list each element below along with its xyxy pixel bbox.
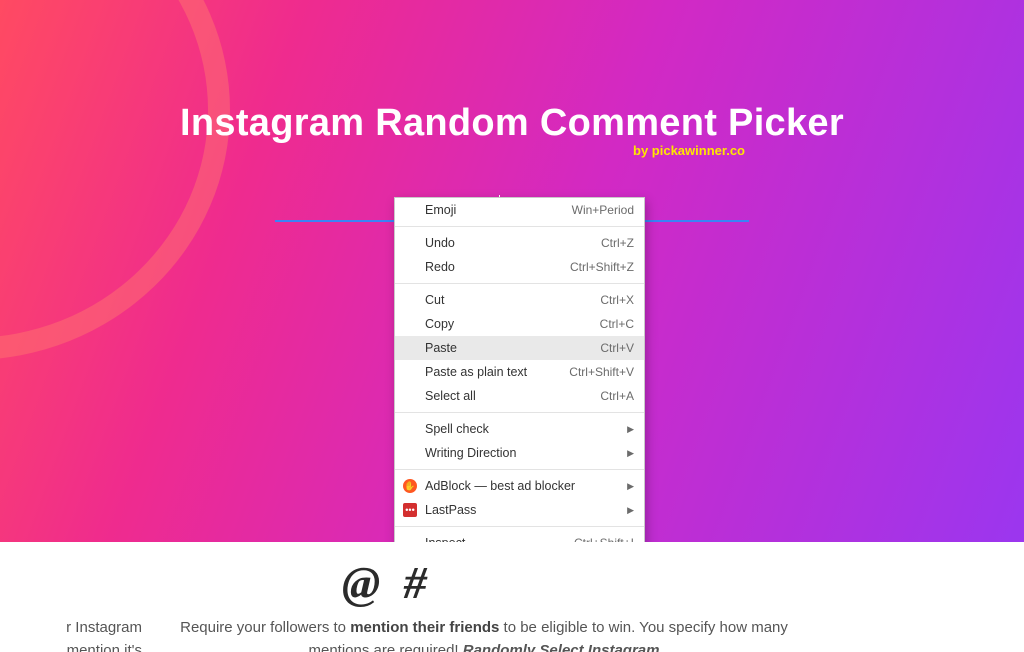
menu-item-select-all[interactable]: Select allCtrl+A (395, 384, 644, 408)
menu-separator (395, 412, 644, 413)
hero-section: Instagram Random Comment Picker by picka… (0, 0, 1024, 542)
menu-item-shortcut: Ctrl+X (600, 293, 634, 307)
at-hash-symbols: @ # (342, 556, 433, 609)
menu-item-shortcut: Ctrl+Shift+V (569, 365, 634, 379)
menu-separator (395, 226, 644, 227)
adblock-icon: ✋ (403, 479, 417, 493)
lastpass-icon: ••• (403, 503, 417, 517)
context-menu: EmojiWin+PeriodUndoCtrl+ZRedoCtrl+Shift+… (394, 197, 645, 542)
menu-item-cut[interactable]: CutCtrl+X (395, 288, 644, 312)
byline: by pickawinner.co (354, 143, 1024, 158)
left-frag-1: r Instagram (66, 619, 142, 636)
menu-item-paste-as-plain-text[interactable]: Paste as plain textCtrl+Shift+V (395, 360, 644, 384)
menu-item-label: Inspect (425, 536, 574, 542)
menu-item-adblock-best-ad-blocker[interactable]: ✋ AdBlock — best ad blocker▶ (395, 474, 644, 498)
menu-item-redo[interactable]: RedoCtrl+Shift+Z (395, 255, 644, 279)
submenu-arrow-icon: ▶ (627, 481, 634, 492)
menu-item-shortcut: Ctrl+C (600, 317, 634, 331)
left-frag-2: mention it's (67, 642, 142, 652)
menu-item-inspect[interactable]: InspectCtrl+Shift+I (395, 531, 644, 542)
menu-item-label: Emoji (425, 203, 572, 217)
menu-item-label: Writing Direction (425, 446, 634, 460)
para-pre: Require your followers to (180, 619, 350, 636)
menu-item-shortcut: Ctrl+Shift+Z (570, 260, 634, 274)
submenu-arrow-icon: ▶ (627, 448, 634, 459)
page-title: Instagram Random Comment Picker (0, 102, 1024, 145)
menu-item-shortcut: Ctrl+V (600, 341, 634, 355)
menu-item-label: LastPass (425, 503, 634, 517)
menu-item-lastpass[interactable]: ••• LastPass▶ (395, 498, 644, 522)
menu-item-copy[interactable]: CopyCtrl+C (395, 312, 644, 336)
menu-item-shortcut: Ctrl+Shift+I (574, 536, 634, 542)
menu-item-label: Cut (425, 293, 600, 307)
menu-item-shortcut: Win+Period (572, 203, 634, 217)
left-column-fragment: r Instagram mention it's (0, 616, 142, 652)
menu-separator (395, 526, 644, 527)
menu-item-label: Copy (425, 317, 600, 331)
menu-item-undo[interactable]: UndoCtrl+Z (395, 231, 644, 255)
menu-separator (395, 469, 644, 470)
menu-item-paste[interactable]: PasteCtrl+V (395, 336, 644, 360)
para-bold: mention their friends (350, 619, 499, 636)
menu-item-emoji[interactable]: EmojiWin+Period (395, 198, 644, 222)
menu-item-label: Undo (425, 236, 601, 250)
menu-item-shortcut: Ctrl+Z (601, 236, 634, 250)
menu-item-label: Redo (425, 260, 570, 274)
para-bolditalic: Randomly Select Instagram (463, 642, 660, 652)
below-fold: @ # r Instagram mention it's Require you… (0, 542, 1024, 652)
menu-separator (395, 283, 644, 284)
menu-item-label: Paste (425, 341, 600, 355)
menu-item-shortcut: Ctrl+A (600, 389, 634, 403)
menu-item-label: AdBlock — best ad blocker (425, 479, 634, 493)
right-column-paragraph: Require your followers to mention their … (164, 616, 804, 652)
submenu-arrow-icon: ▶ (627, 424, 634, 435)
submenu-arrow-icon: ▶ (627, 505, 634, 516)
menu-item-label: Select all (425, 389, 600, 403)
menu-item-label: Spell check (425, 422, 634, 436)
menu-item-spell-check[interactable]: Spell check▶ (395, 417, 644, 441)
menu-item-label: Paste as plain text (425, 365, 569, 379)
menu-item-writing-direction[interactable]: Writing Direction▶ (395, 441, 644, 465)
